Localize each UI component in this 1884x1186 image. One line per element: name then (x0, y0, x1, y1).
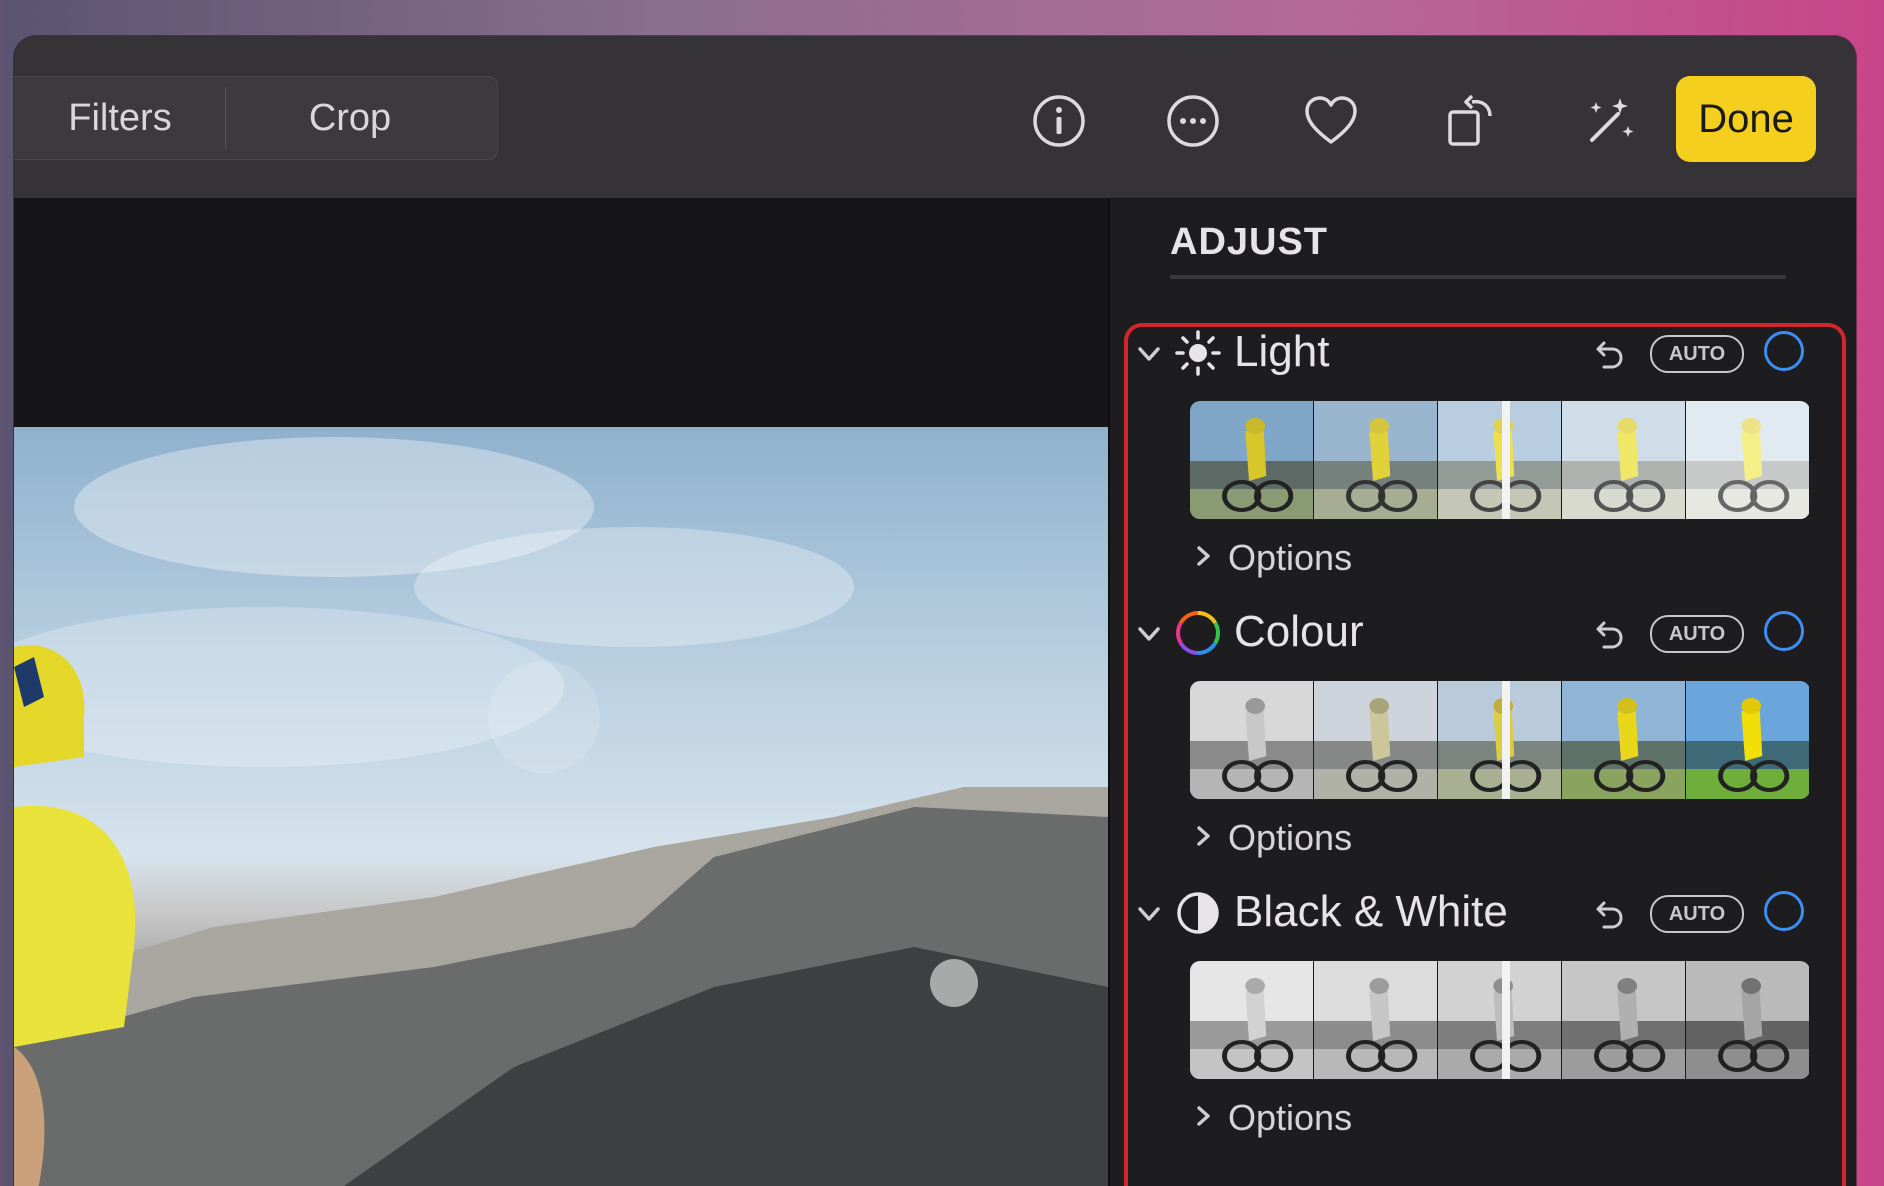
rotate-icon[interactable] (1442, 92, 1500, 150)
section-title: Colour (1234, 607, 1364, 656)
options-label: Options (1228, 817, 1353, 858)
chevron-right-icon (1190, 1103, 1216, 1129)
slider-handle[interactable] (1502, 681, 1510, 799)
strip-frame (1686, 681, 1810, 799)
filters-tab[interactable]: Filters (15, 77, 225, 159)
strip-frame (1686, 401, 1810, 519)
enable-toggle[interactable] (1764, 611, 1804, 651)
strip-frame (1190, 961, 1314, 1079)
strip-frame (1562, 681, 1686, 799)
auto-button[interactable]: AUTO (1650, 615, 1744, 653)
strip-frame (1686, 961, 1810, 1079)
revert-icon[interactable] (1590, 615, 1628, 653)
options-label: Options (1228, 537, 1353, 578)
section-title: Light (1234, 327, 1330, 376)
enable-toggle[interactable] (1764, 891, 1804, 931)
edit-toolbar: Filters Crop Done (14, 36, 1856, 199)
adjustment-slider-strip[interactable] (1190, 401, 1810, 519)
section-title: Black & White (1234, 887, 1508, 936)
photos-edit-window: Filters Crop Done ADJUST Light AUTO Opti… (14, 36, 1856, 1186)
strip-frame (1314, 681, 1438, 799)
strip-frame (1438, 681, 1562, 799)
adjust-section-light: Light AUTO Options (1110, 325, 1856, 605)
adjustment-slider-strip[interactable] (1190, 961, 1810, 1079)
strip-frame (1562, 401, 1686, 519)
strip-frame (1190, 681, 1314, 799)
sun-icon (1174, 329, 1222, 377)
chevron-down-icon[interactable] (1134, 339, 1164, 369)
strip-frame (1314, 401, 1438, 519)
slider-handle[interactable] (1502, 961, 1510, 1079)
chevron-right-icon (1190, 543, 1216, 569)
options-label: Options (1228, 1097, 1353, 1138)
chevron-down-icon[interactable] (1134, 899, 1164, 929)
revert-icon[interactable] (1590, 335, 1628, 373)
adjust-section-black-white: Black & White AUTO Options (1110, 885, 1856, 1165)
revert-icon[interactable] (1590, 895, 1628, 933)
adjust-divider (1170, 275, 1786, 279)
half-circle-icon (1174, 889, 1222, 937)
magic-wand-enhance-icon[interactable] (1580, 92, 1638, 150)
heart-icon[interactable] (1302, 92, 1360, 150)
edit-mode-segmented-control: Filters Crop (14, 76, 498, 160)
strip-frame (1562, 961, 1686, 1079)
adjustment-slider-strip[interactable] (1190, 681, 1810, 799)
adjust-sidebar: ADJUST Light AUTO Options Colour AUTO Op… (1108, 199, 1856, 1186)
more-ellipsis-icon[interactable] (1164, 92, 1222, 150)
crop-tab[interactable]: Crop (235, 77, 465, 159)
chevron-right-icon (1190, 823, 1216, 849)
enable-toggle[interactable] (1764, 331, 1804, 371)
adjust-section-colour: Colour AUTO Options (1110, 605, 1856, 885)
auto-button[interactable]: AUTO (1650, 895, 1744, 933)
auto-button[interactable]: AUTO (1650, 335, 1744, 373)
segment-divider (225, 87, 226, 149)
strip-frame (1314, 961, 1438, 1079)
strip-frame (1190, 401, 1314, 519)
strip-frame (1438, 401, 1562, 519)
photo-preview[interactable] (14, 427, 1108, 1186)
chevron-down-icon[interactable] (1134, 619, 1164, 649)
colour-wheel-icon (1174, 609, 1222, 657)
adjust-panel-title: ADJUST (1170, 221, 1329, 263)
info-circle-icon[interactable] (1030, 92, 1088, 150)
done-button[interactable]: Done (1676, 76, 1816, 162)
slider-handle[interactable] (1502, 401, 1510, 519)
photo-canvas (14, 199, 1108, 1186)
strip-frame (1438, 961, 1562, 1079)
